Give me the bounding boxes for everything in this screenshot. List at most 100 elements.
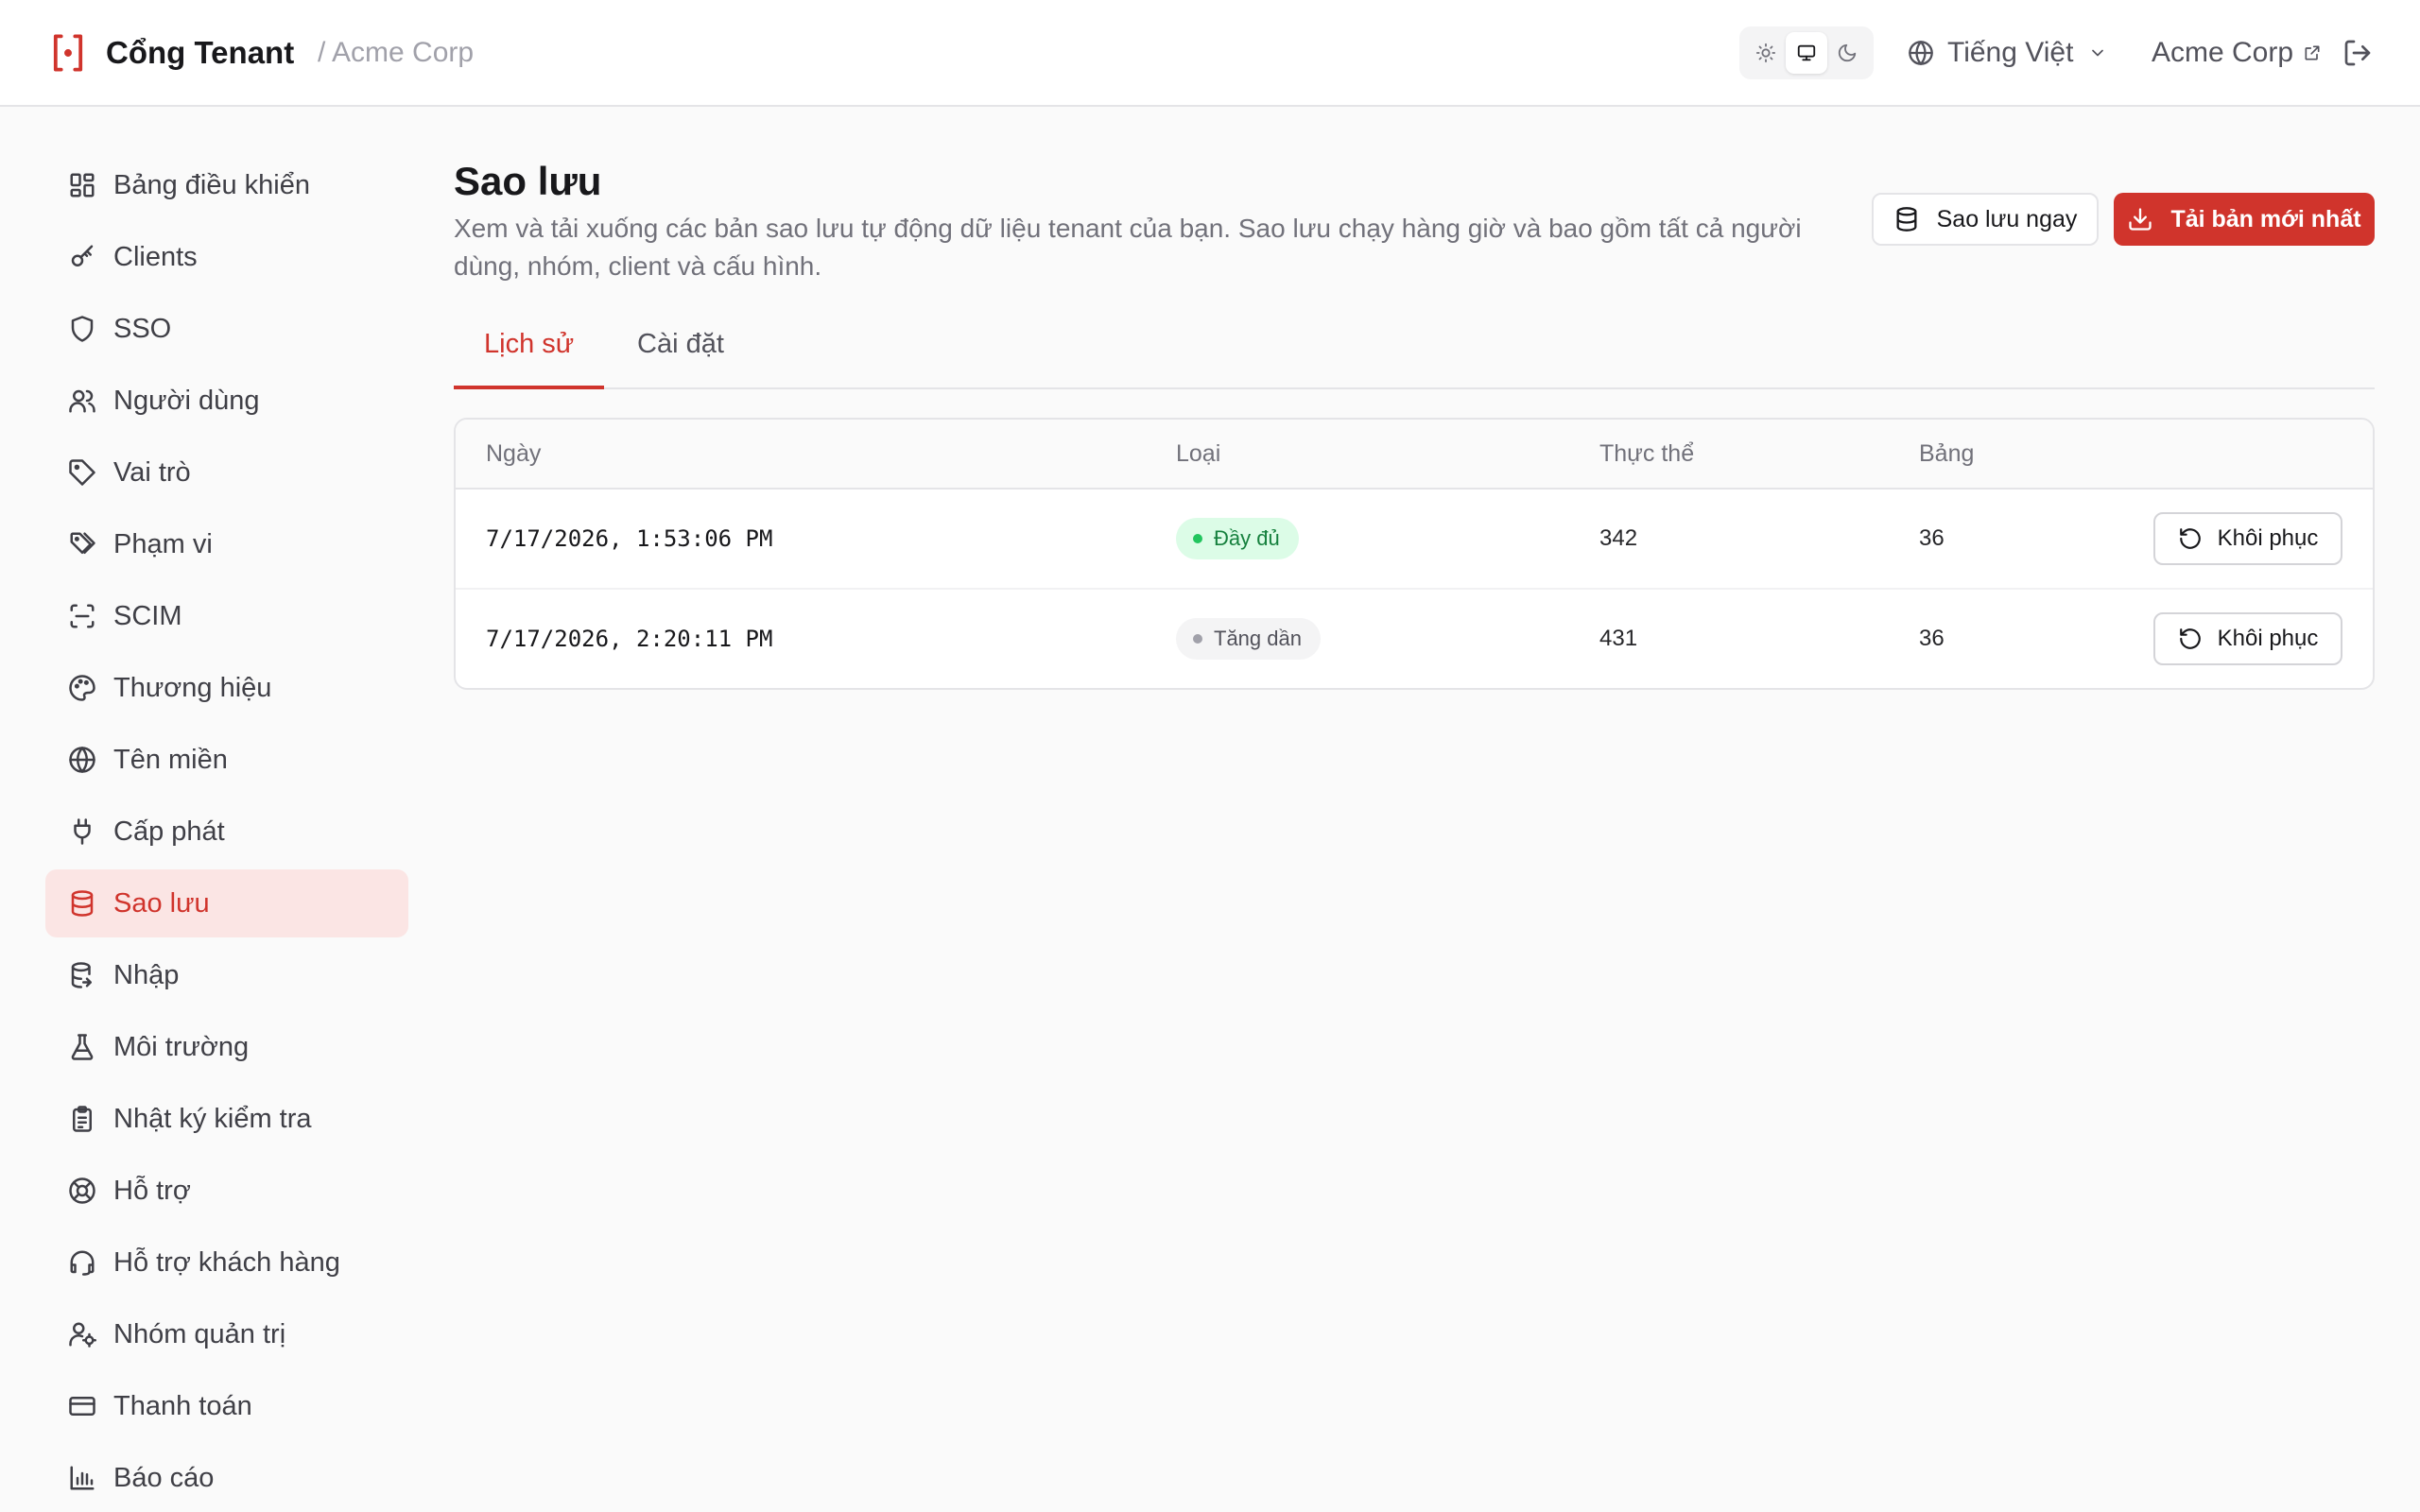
- sidebar-item-scim[interactable]: SCIM: [45, 582, 408, 650]
- backup-now-button[interactable]: Sao lưu ngay: [1872, 193, 2099, 246]
- sidebar-item-customer-support[interactable]: Hỗ trợ khách hàng: [45, 1228, 408, 1297]
- sidebar-item-billing[interactable]: Thanh toán: [45, 1372, 408, 1440]
- sidebar-item-environments[interactable]: Môi trường: [45, 1013, 408, 1081]
- database-import-icon: [68, 961, 96, 989]
- sidebar-item-label: Vai trò: [113, 456, 191, 488]
- status-badge: Tăng dần: [1176, 618, 1321, 660]
- flask-icon: [68, 1033, 96, 1061]
- column-header-entities: Thực thể: [1599, 440, 1695, 467]
- database-icon: [1893, 206, 1920, 232]
- sidebar-item-provisioning[interactable]: Cấp phát: [45, 798, 408, 866]
- sidebar-item-scopes[interactable]: Phạm vi: [45, 510, 408, 578]
- download-icon: [2127, 206, 2153, 232]
- sidebar-item-label: Hỗ trợ: [113, 1175, 191, 1206]
- sidebar-item-label: Nhật ký kiểm tra: [113, 1103, 312, 1134]
- credit-card-icon: [68, 1392, 96, 1420]
- backup-now-label: Sao lưu ngay: [1936, 205, 2078, 232]
- sidebar-item-label: SCIM: [113, 600, 182, 631]
- status-dot: [1193, 534, 1202, 543]
- scan-icon: [68, 602, 96, 630]
- column-header-type: Loại: [1176, 440, 1221, 467]
- external-link-icon: [2303, 43, 2322, 62]
- shield-icon: [68, 315, 96, 343]
- restore-label: Khôi phục: [2217, 525, 2319, 551]
- download-latest-button[interactable]: Tải bản mới nhất: [2114, 193, 2375, 246]
- headset-icon: [68, 1248, 96, 1277]
- table-row: 7/17/2026, 2:20:11 PM Tăng dần 431 36 Kh…: [456, 590, 2373, 688]
- logout-icon[interactable]: [2342, 38, 2373, 68]
- palette-icon: [68, 674, 96, 702]
- table-header: Ngày Loại Thực thể Bảng: [456, 420, 2373, 490]
- language-select[interactable]: Tiếng Việt: [1908, 32, 2120, 74]
- key-icon: [68, 243, 96, 271]
- monitor-icon: [1796, 43, 1817, 63]
- tab-bar: Lịch sử Cài đặt: [454, 314, 2375, 389]
- restore-button[interactable]: Khôi phục: [2153, 512, 2342, 565]
- sidebar-item-branding[interactable]: Thương hiệu: [45, 654, 408, 722]
- sidebar-item-label: Sao lưu: [113, 887, 210, 919]
- sidebar-item-label: Môi trường: [113, 1031, 250, 1062]
- restore-button[interactable]: Khôi phục: [2153, 612, 2342, 665]
- sidebar-item-label: Nhập: [113, 959, 180, 990]
- tab-history[interactable]: Lịch sử: [454, 314, 605, 389]
- sidebar-item-clients[interactable]: Clients: [45, 223, 408, 291]
- theme-dark-button[interactable]: [1826, 32, 1868, 74]
- table-count: 36: [1919, 525, 1945, 551]
- sidebar-item-label: Tên miền: [113, 744, 228, 775]
- entity-count: 342: [1599, 525, 1638, 551]
- sidebar-item-label: Thanh toán: [113, 1390, 252, 1421]
- sidebar-item-label: Hỗ trợ khách hàng: [113, 1246, 340, 1278]
- sidebar-item-backups[interactable]: Sao lưu: [45, 869, 408, 937]
- tags-icon: [68, 530, 96, 558]
- entity-count: 431: [1599, 626, 1638, 651]
- lifebuoy-icon: [68, 1177, 96, 1205]
- restore-label: Khôi phục: [2217, 626, 2319, 651]
- badge-label: Đầy đủ: [1214, 526, 1280, 550]
- users-icon: [68, 387, 96, 415]
- sidebar-item-users[interactable]: Người dùng: [45, 367, 408, 435]
- sidebar-item-label: SSO: [113, 313, 172, 344]
- download-latest-label: Tải bản mới nhất: [2170, 205, 2361, 232]
- backup-date: 7/17/2026, 2:20:11 PM: [486, 626, 773, 652]
- sidebar-item-label: Cấp phát: [113, 816, 225, 847]
- sidebar-item-label: Bảng điều khiển: [113, 169, 310, 200]
- bar-chart-icon: [68, 1464, 96, 1492]
- sidebar-item-reports[interactable]: Báo cáo: [45, 1444, 408, 1512]
- theme-system-button[interactable]: [1786, 32, 1827, 74]
- language-label: Tiếng Việt: [1947, 37, 2074, 68]
- theme-light-button[interactable]: [1745, 32, 1787, 74]
- clipboard-icon: [68, 1105, 96, 1133]
- org-label: Acme Corp: [2152, 37, 2294, 68]
- sidebar-item-label: Clients: [113, 241, 198, 272]
- rotate-ccw-icon: [2178, 526, 2203, 551]
- breadcrumb: / Acme Corp: [318, 37, 475, 68]
- top-header: Cổng Tenant / Acme Corp Tiếng Việt Acme: [0, 0, 2420, 107]
- sidebar-item-audit-log[interactable]: Nhật ký kiểm tra: [45, 1085, 408, 1153]
- page-title: Sao lưu: [454, 159, 602, 203]
- table-count: 36: [1919, 626, 1945, 651]
- tab-settings[interactable]: Cài đặt: [607, 314, 754, 389]
- sidebar-item-label: Phạm vi: [113, 528, 213, 559]
- status-dot: [1193, 634, 1202, 644]
- sidebar-item-dashboard[interactable]: Bảng điều khiển: [45, 151, 408, 219]
- chevron-down-icon: [2088, 43, 2107, 62]
- sidebar-item-support[interactable]: Hỗ trợ: [45, 1157, 408, 1225]
- bracket-logo-icon[interactable]: [51, 32, 85, 74]
- sidebar-item-roles[interactable]: Vai trò: [45, 438, 408, 507]
- sidebar-item-sso[interactable]: SSO: [45, 295, 408, 363]
- theme-toggle: [1739, 26, 1874, 79]
- sidebar-item-admin-groups[interactable]: Nhóm quản trị: [45, 1300, 408, 1368]
- rotate-ccw-icon: [2178, 627, 2203, 651]
- globe-icon: [68, 746, 96, 774]
- table-row: 7/17/2026, 1:53:06 PM Đầy đủ 342 36 Khôi…: [456, 490, 2373, 590]
- org-link[interactable]: Acme Corp: [2152, 32, 2322, 74]
- sidebar-item-import[interactable]: Nhập: [45, 941, 408, 1009]
- sidebar-item-label: Thương hiệu: [113, 672, 272, 703]
- column-header-date: Ngày: [486, 440, 542, 467]
- plug-icon: [68, 817, 96, 846]
- sidebar-item-domains[interactable]: Tên miền: [45, 726, 408, 794]
- brand-title[interactable]: Cổng Tenant: [106, 32, 294, 74]
- globe-icon: [1908, 40, 1934, 66]
- sidebar-nav: Bảng điều khiển Clients SSO Người dùng V…: [45, 151, 408, 1512]
- sidebar-item-label: Người dùng: [113, 385, 260, 416]
